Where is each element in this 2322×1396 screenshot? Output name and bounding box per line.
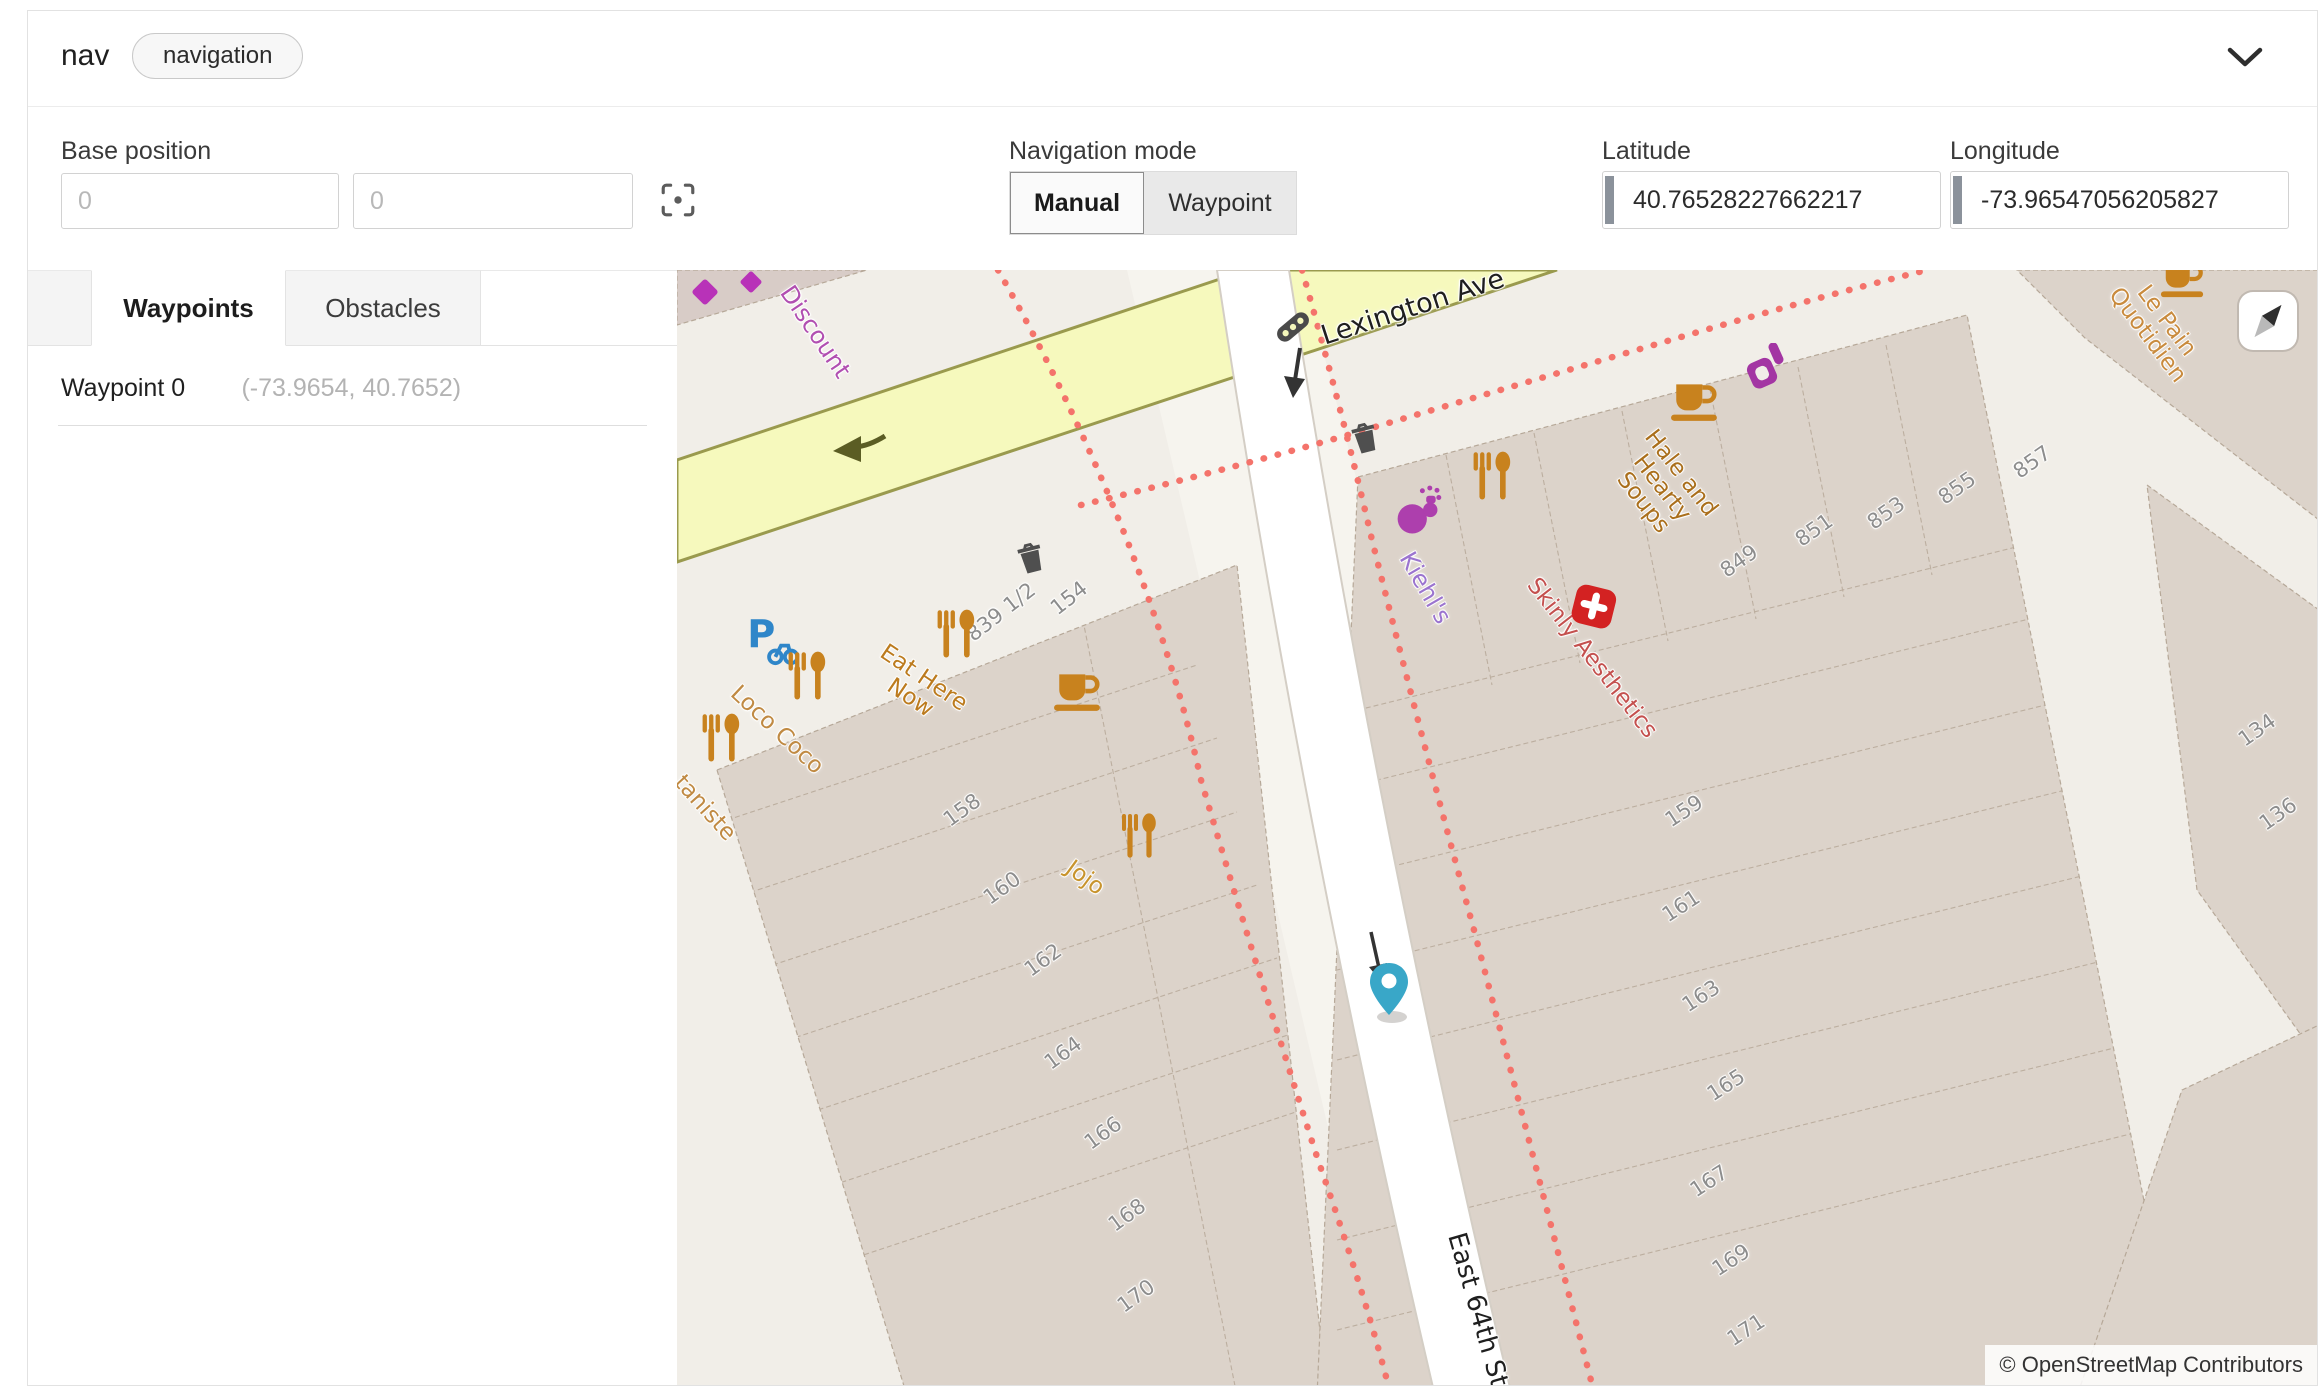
latitude-input[interactable] [1602, 171, 1941, 229]
nav-mode-manual-button[interactable]: Manual [1010, 172, 1144, 234]
crosshair-icon [659, 181, 697, 219]
navigation-mode-toggle: Manual Waypoint [1009, 171, 1297, 235]
page: nav navigation Base position Navigation … [0, 0, 2322, 1396]
chevron-down-icon[interactable] [2227, 47, 2263, 69]
map-canvas[interactable]: P [677, 270, 2317, 1385]
longitude-field-wrap [1950, 171, 2289, 229]
nav-card: nav navigation Base position Navigation … [27, 10, 2318, 1386]
waypoints-panel: Waypoints Obstacles Waypoint 0 (-73.9654… [28, 270, 677, 1385]
latitude-label: Latitude [1602, 137, 1691, 166]
card-title: nav [61, 39, 109, 73]
base-position-x-input[interactable] [61, 173, 339, 229]
tab-obstacles[interactable]: Obstacles [286, 270, 481, 346]
locate-button[interactable] [656, 179, 700, 223]
card-header: nav navigation [28, 11, 2317, 107]
tabbar: Waypoints Obstacles [28, 270, 677, 346]
compass-needle-icon [2239, 292, 2297, 350]
nav-mode-waypoint-button[interactable]: Waypoint [1144, 172, 1296, 234]
waypoint-list-item[interactable]: Waypoint 0 (-73.9654, 40.7652) [58, 346, 647, 426]
waypoint-list: Waypoint 0 (-73.9654, 40.7652) [28, 346, 677, 426]
tab-waypoints[interactable]: Waypoints [91, 270, 286, 346]
map-base-layer: P [677, 270, 2317, 1385]
waypoint-name: Waypoint 0 [61, 374, 237, 403]
map-attribution: © OpenStreetMap Contributors [1985, 1345, 2317, 1385]
tabbar-spacer [28, 270, 91, 346]
base-position-y-input[interactable] [353, 173, 633, 229]
tabbar-filler [481, 270, 677, 346]
longitude-label: Longitude [1950, 137, 2060, 166]
waypoint-coords: (-73.9654, 40.7652) [241, 374, 461, 402]
longitude-input[interactable] [1950, 171, 2289, 229]
content-row: Waypoints Obstacles Waypoint 0 (-73.9654… [28, 270, 2317, 1385]
waypoint-pin[interactable] [1361, 961, 1417, 1023]
base-position-label: Base position [61, 137, 211, 166]
card-type-badge: navigation [132, 33, 303, 79]
compass-button[interactable] [2239, 292, 2297, 350]
latitude-field-wrap [1602, 171, 1941, 229]
controls-row: Base position Navigation mode Manual Way… [28, 107, 2317, 271]
navigation-mode-label: Navigation mode [1009, 137, 1197, 166]
